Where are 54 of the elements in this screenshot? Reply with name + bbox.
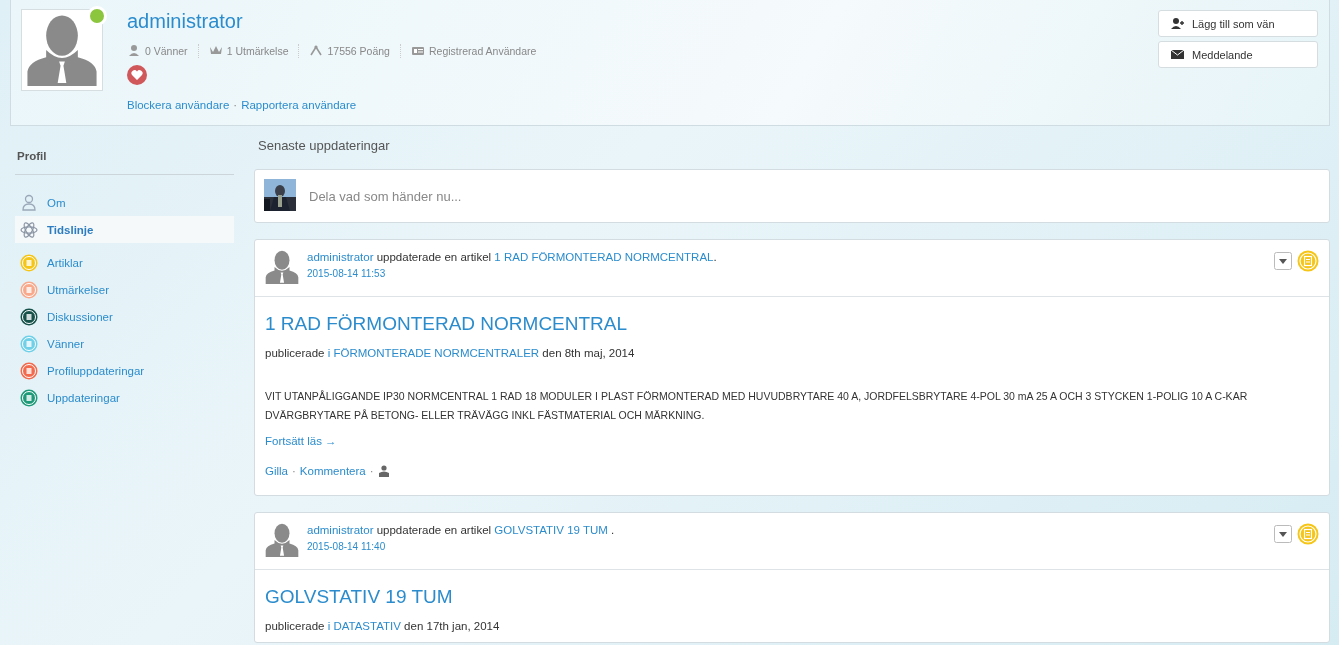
status-input-field[interactable]: Dela vad som händer nu... — [254, 169, 1330, 223]
user-link[interactable]: administrator — [307, 251, 374, 263]
person-plus-icon — [1171, 17, 1184, 30]
sidebar-item[interactable]: Uppdateringar — [15, 384, 234, 411]
section-heading: Senaste uppdateringar — [257, 138, 391, 155]
user-action-link[interactable]: Blockera användare — [127, 99, 230, 111]
sidebar-item[interactable]: Diskussioner — [15, 303, 234, 330]
article-title-link[interactable]: GOLVSTATIV 19 TUM — [265, 586, 453, 608]
article-excerpt: VIT UTANPÅLIGGANDE IP30 NORMCENTRAL 1 RAD 18 MODULER I PLAST FÖRMONTERAD MED HUVUDBRYTARE 40 A, JORDFELSBRYTARE 4-POL 30 mA 25 A OCH 3 STYCKEN 1-POLIG 10 A C-KAR DVÄRGBRYTARE PÅ BETONG- ELLER TRÄVÄGG INKL FÄSTMATERIAL OCH MÄRKNING. — [265, 389, 1249, 423]
profile-name[interactable]: administrator — [127, 10, 1158, 33]
sidebar-heading: Profil — [15, 138, 234, 175]
envelope-icon — [1171, 48, 1184, 61]
add-friend-button[interactable]: Lägg till som vän — [1158, 10, 1318, 37]
message-button[interactable]: Meddelande — [1158, 41, 1318, 68]
timestamp-link[interactable]: 2015-08-14 11:53 — [307, 268, 1274, 279]
article-badge-icon — [1297, 523, 1319, 545]
sidebar-item[interactable]: Tidslinje — [15, 216, 234, 243]
stat-text: 0 Vänner — [145, 45, 188, 57]
read-more-link[interactable]: Fortsätt läs → — [265, 435, 337, 447]
stat-text: Registrerad Användare — [428, 45, 537, 57]
sidebar-item[interactable]: Om — [15, 189, 234, 216]
id-card-icon — [410, 44, 425, 58]
published-info-text: publicerade i DATASTATIV den 17th jan, 2014 — [265, 620, 501, 632]
sidebar-item[interactable]: Utmärkelser — [15, 276, 234, 303]
sidebar-item[interactable]: Vänner — [15, 330, 234, 357]
timestamp-link[interactable]: 2015-08-14 11:40 — [307, 541, 1274, 552]
dropdown-caret-icon — [1274, 525, 1292, 543]
atom-icon — [20, 220, 38, 239]
stat-text: 17556 Poäng — [327, 45, 390, 57]
article-title-link[interactable]: 1 RAD FÖRMONTERAD NORMCENTRAL — [265, 313, 628, 335]
person-silhouette-icon — [265, 523, 299, 557]
like-link[interactable]: Gilla — [265, 465, 288, 477]
separator-dot: · — [292, 465, 296, 477]
user-link[interactable]: administrator — [307, 524, 374, 536]
published-info-text: publicerade i FÖRMONTERADE NORMCENTRALER den 8th maj, 2014 — [265, 347, 636, 359]
person-silhouette-icon — [26, 14, 98, 86]
separator-dot: · — [233, 99, 238, 111]
activity-text: administrator uppdaterade en artikel GOLVSTATIV 19 TUM . — [307, 524, 616, 536]
dropdown-caret-icon — [1274, 252, 1292, 270]
article-link[interactable]: GOLVSTATIV 19 TUM — [494, 524, 608, 536]
heart-badge-icon — [127, 65, 147, 85]
category-link[interactable]: i DATASTATIV — [327, 620, 401, 632]
person-icon — [377, 465, 390, 477]
activity-text: administrator uppdaterade en artikel 1 RAD FÖRMONTERAD NORMCENTRAL. — [307, 251, 718, 263]
comment-link[interactable]: Kommentera — [299, 465, 366, 477]
article-badge-icon — [1297, 250, 1319, 272]
sidebar-item[interactable]: Artiklar — [15, 249, 234, 276]
person-silhouette-icon — [265, 250, 299, 284]
person-outline-icon — [20, 193, 38, 212]
stat-text: 1 Utmärkelse — [226, 45, 289, 57]
user-action-link[interactable]: Rapportera användare — [241, 99, 357, 111]
category-link[interactable]: i FÖRMONTERADE NORMCENTRALER — [327, 347, 540, 359]
separator-dot: · — [369, 465, 374, 477]
sidebar-item[interactable]: Profiluppdateringar — [15, 357, 234, 384]
